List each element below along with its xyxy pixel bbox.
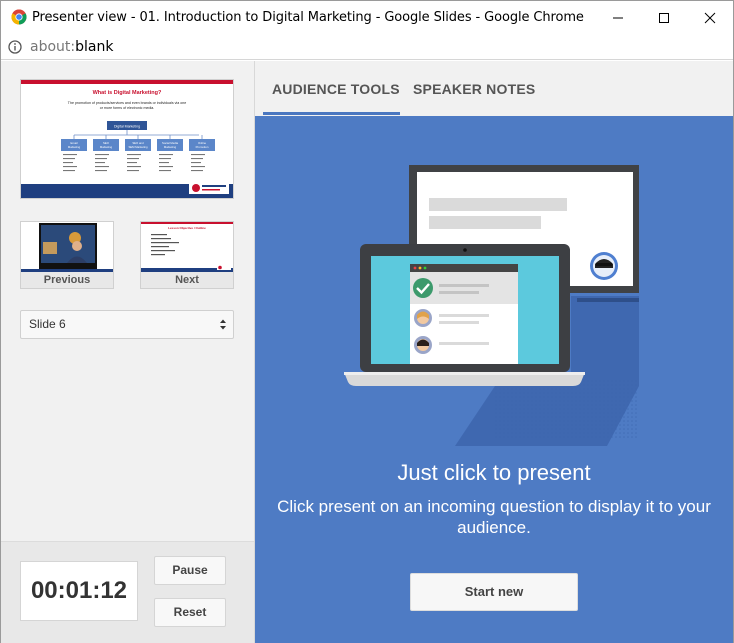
presentation-illustration bbox=[344, 165, 639, 446]
slide-bullet-line bbox=[63, 158, 75, 160]
slide-bullet-line bbox=[63, 154, 77, 156]
close-button[interactable] bbox=[687, 1, 733, 34]
url-path: blank bbox=[75, 39, 114, 55]
browser-window: Presenter view - 01. Introduction to Dig… bbox=[0, 0, 734, 643]
chrome-icon bbox=[11, 9, 27, 25]
current-slide-graphic: What is Digital Marketing? The promotion… bbox=[21, 80, 233, 198]
slide-diagram-label: Promotion bbox=[196, 145, 209, 149]
next-label: Next bbox=[141, 272, 233, 288]
active-tab-indicator bbox=[263, 112, 400, 115]
slide-bullet-line bbox=[159, 170, 171, 172]
url-text[interactable]: about:blank bbox=[30, 39, 113, 55]
slide-select-value: Slide 6 bbox=[29, 317, 66, 331]
slide-bullet-line bbox=[191, 166, 205, 168]
check-icon bbox=[413, 278, 433, 298]
slide-bullet-line bbox=[127, 166, 141, 168]
slide-bullet-line bbox=[63, 166, 77, 168]
description: Click present on an incoming question to… bbox=[277, 497, 711, 537]
start-new-button[interactable]: Start new bbox=[410, 573, 578, 611]
slide-bullet-line bbox=[95, 166, 109, 168]
address-bar[interactable]: about:blank bbox=[1, 34, 733, 60]
next-slide-title: Lesson Objective / Outline bbox=[168, 226, 206, 230]
maximize-button[interactable] bbox=[641, 1, 687, 34]
slide-bullet-line bbox=[159, 166, 173, 168]
tab-speaker-notes[interactable]: SPEAKER NOTES bbox=[413, 61, 535, 116]
previous-slide-graphic bbox=[21, 222, 113, 272]
url-scheme: about: bbox=[30, 39, 76, 55]
audience-content: Just click to present Click present on a… bbox=[255, 116, 733, 643]
current-slide-thumbnail[interactable]: What is Digital Marketing? The promotion… bbox=[20, 79, 234, 199]
select-arrows-icon bbox=[220, 319, 226, 330]
slide-bullet-line bbox=[191, 154, 205, 156]
window-title: Presenter view - 01. Introduction to Dig… bbox=[32, 10, 584, 25]
slide-diagram-label: Marketing bbox=[68, 145, 81, 149]
slide-select[interactable]: Slide 6 bbox=[20, 310, 234, 339]
maximize-icon bbox=[659, 12, 669, 23]
slide-bullet-line bbox=[127, 158, 139, 160]
slide-bullet-line bbox=[63, 170, 75, 172]
title-bar: Presenter view - 01. Introduction to Dig… bbox=[1, 1, 733, 34]
next-slide-graphic: Lesson Objective / Outline bbox=[141, 222, 233, 272]
slide-diagram-label: Marketing bbox=[164, 145, 177, 149]
slide-bullet-line bbox=[191, 162, 201, 164]
tab-audience-tools[interactable]: AUDIENCE TOOLS bbox=[272, 61, 400, 116]
close-icon bbox=[704, 12, 716, 23]
slide-bullet-line bbox=[159, 158, 171, 160]
slide-bullet-line bbox=[191, 158, 203, 160]
slide-bullet-line bbox=[63, 162, 73, 164]
slide-bullet-line bbox=[191, 170, 203, 172]
slide-bullet-line bbox=[95, 162, 105, 164]
minimize-icon bbox=[613, 17, 623, 18]
audience-tools-panel: AUDIENCE TOOLS SPEAKER NOTES Just click … bbox=[255, 61, 733, 643]
previous-slide-thumbnail[interactable]: Previous bbox=[20, 221, 114, 289]
slide-bullet-line bbox=[127, 154, 141, 156]
slide-bullet-line bbox=[159, 154, 173, 156]
previous-label: Previous bbox=[21, 272, 113, 288]
slide-subtitle-line: or more forms of electronic media. bbox=[100, 106, 155, 110]
slide-bullet-line bbox=[95, 158, 107, 160]
timer-display: 00:01:12 bbox=[20, 561, 138, 621]
minimize-button[interactable] bbox=[595, 1, 641, 34]
info-icon[interactable] bbox=[8, 40, 22, 54]
slide-root-label: Digital Marketing bbox=[114, 125, 140, 129]
pause-button[interactable]: Pause bbox=[154, 556, 226, 585]
slides-panel: What is Digital Marketing? The promotion… bbox=[1, 61, 255, 643]
tab-bar: AUDIENCE TOOLS SPEAKER NOTES bbox=[255, 61, 733, 116]
slide-bullet-line bbox=[95, 154, 109, 156]
slide-bullet-line bbox=[159, 162, 169, 164]
slide-bullet-line bbox=[127, 170, 139, 172]
slide-diagram-label: SEM Marketing bbox=[128, 145, 148, 149]
slide-diagram-label: Marketing bbox=[100, 145, 113, 149]
slide-bullet-line bbox=[127, 162, 137, 164]
timer-panel: 00:01:12 Pause Reset bbox=[1, 541, 254, 643]
headline: Just click to present bbox=[397, 460, 591, 485]
slide-bullet-line bbox=[95, 170, 107, 172]
next-slide-thumbnail[interactable]: Lesson Objective / Outline Next bbox=[140, 221, 234, 289]
slide-subtitle-line: The promotion of products/services and e… bbox=[68, 101, 186, 105]
slide-title: What is Digital Marketing? bbox=[93, 90, 162, 96]
reset-button[interactable]: Reset bbox=[154, 598, 226, 627]
